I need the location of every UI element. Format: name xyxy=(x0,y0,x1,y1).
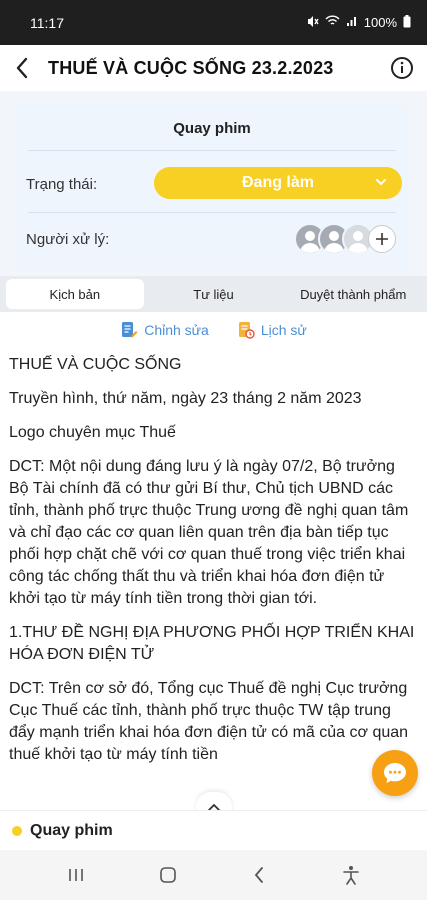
edit-label: Chỉnh sửa xyxy=(144,322,209,338)
info-icon xyxy=(391,57,413,79)
script-content: THUẾ VÀ CUỘC SỐNG Truyền hình, thứ năm, … xyxy=(9,354,417,778)
battery-percent: 100% xyxy=(363,15,397,30)
content-paragraph: THUẾ VÀ CUỘC SỐNG xyxy=(9,356,182,373)
accessibility-button[interactable] xyxy=(331,855,371,895)
back-arrow-icon xyxy=(16,57,28,79)
chat-button[interactable] xyxy=(372,750,418,796)
app-header: THUẾ VÀ CUỘC SỐNG 23.2.2023 xyxy=(0,45,427,91)
accessibility-icon xyxy=(343,866,359,885)
edit-button[interactable]: Chỉnh sửa xyxy=(120,321,209,339)
history-button[interactable]: Lịch sử xyxy=(237,321,307,339)
recent-apps-icon xyxy=(69,869,83,881)
tab-script[interactable]: Kịch bản xyxy=(6,279,144,309)
back-button[interactable] xyxy=(0,45,44,91)
divider xyxy=(28,150,396,151)
home-button[interactable] xyxy=(148,855,188,895)
page-title: THUẾ VÀ CUỘC SỐNG 23.2.2023 xyxy=(48,57,334,78)
battery-icon xyxy=(403,14,411,31)
mute-icon xyxy=(306,15,319,31)
assignee-list xyxy=(294,222,396,256)
signal-icon xyxy=(346,15,358,30)
current-task-strip[interactable]: Quay phim xyxy=(0,810,427,850)
system-nav-bar xyxy=(0,850,427,900)
status-bar: 11:17 100% xyxy=(0,0,427,45)
chat-bubble-icon xyxy=(384,763,406,783)
home-icon xyxy=(159,867,176,883)
tab-materials[interactable]: Tư liệu xyxy=(144,279,284,309)
handler-label: Người xử lý: xyxy=(26,231,110,248)
content-paragraph: Truyền hình, thứ năm, ngày 23 tháng 2 nă… xyxy=(9,390,362,407)
action-row: Chỉnh sửa Lịch sử xyxy=(0,316,427,344)
add-assignee-button[interactable] xyxy=(368,225,396,253)
status-time: 11:17 xyxy=(30,14,64,31)
system-back-button[interactable] xyxy=(239,855,279,895)
recent-apps-button[interactable] xyxy=(56,855,96,895)
wifi-icon xyxy=(325,15,340,30)
task-card: Quay phim Trạng thái: Đang làm Người xử … xyxy=(14,104,410,270)
info-button[interactable] xyxy=(377,45,427,91)
status-dropdown[interactable]: Đang làm xyxy=(154,167,402,199)
current-task-label: Quay phim xyxy=(30,821,113,839)
status-value: Đang làm xyxy=(241,174,314,191)
chevron-down-icon xyxy=(376,179,386,186)
content-paragraph: 1.THƯ ĐỀ NGHỊ ĐỊA PHƯƠNG PHỐI HỢP TRIỂN … xyxy=(9,624,415,663)
content-paragraph: DCT: Trên cơ sở đó, Tổng cục Thuế đề ngh… xyxy=(9,680,409,763)
edit-document-icon xyxy=(122,322,138,338)
back-chevron-icon xyxy=(255,867,264,883)
tab-bar: Kịch bản Tư liệu Duyệt thành phẩm xyxy=(0,276,427,312)
status-label: Trạng thái: xyxy=(26,176,98,193)
status-dot xyxy=(12,825,22,836)
content-paragraph: DCT: Một nội dung đáng lưu ý là ngày 07/… xyxy=(9,458,409,607)
tab-approve-product[interactable]: Duyệt thành phẩm xyxy=(283,279,423,309)
divider xyxy=(28,212,396,213)
task-title: Quay phim xyxy=(173,120,251,137)
content-paragraph: Logo chuyên mục Thuế xyxy=(9,424,176,441)
history-label: Lịch sử xyxy=(260,322,307,338)
plus-icon xyxy=(376,233,388,245)
history-icon xyxy=(238,322,255,339)
status-icons: 100% xyxy=(306,14,411,31)
